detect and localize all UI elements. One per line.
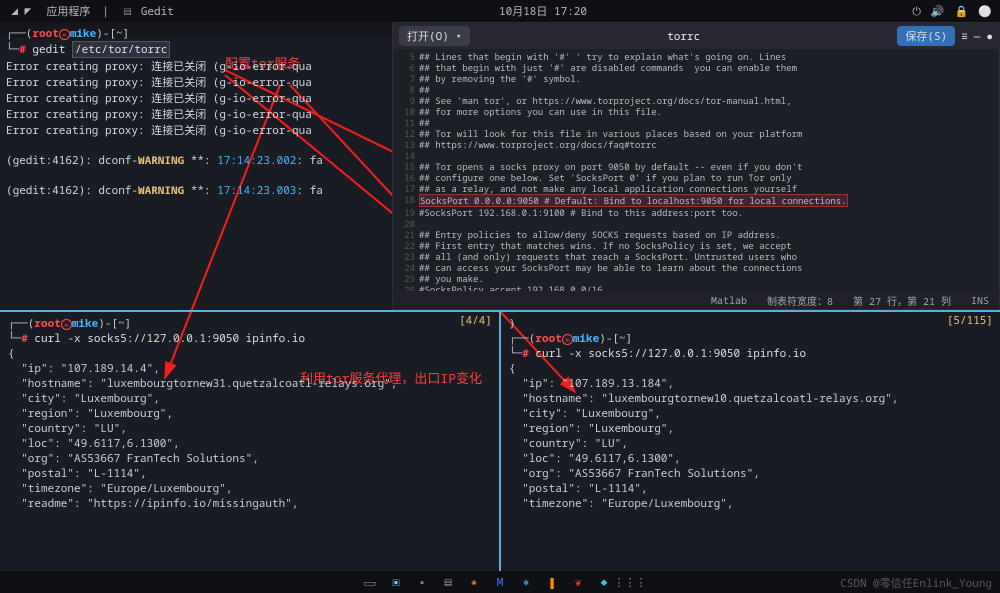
app-icon[interactable]: ▮ [543, 573, 561, 591]
editor-icon[interactable]: ▤ [439, 573, 457, 591]
terminal-bottom-right[interactable]: [5/115] } ┌──(root☠mike)-[~] └─# curl -x… [501, 312, 1000, 571]
tmux-pane-index-left: [4/4] [458, 312, 493, 329]
speaker-icon[interactable]: 🔊 [931, 4, 945, 19]
editor-body[interactable]: 5## Lines that begin with '#' ' try to e… [393, 49, 999, 291]
gedit-command: gedit [32, 42, 65, 57]
applications-menu[interactable]: 应用程序 [46, 3, 90, 19]
terminal-bottom-left[interactable]: [4/4] ┌──(root☠mike)-[~] └─# curl -x soc… [0, 312, 501, 571]
files-icon[interactable]: ▣ [387, 573, 405, 591]
terminal-top[interactable]: ┌──(root☠mike)-[~] └─# gedit /etc/tor/to… [0, 22, 390, 310]
desktop-top-bar: ◢◤ 应用程序 | ▤ Gedit 10月18日 17:20 ⏻ 🔊 🔒 ⚪ [0, 0, 1000, 22]
lock-icon[interactable]: 🔒 [955, 4, 969, 19]
watermark: CSDN @零信任Enlink_Young [840, 575, 992, 591]
firefox-icon[interactable]: ◉ [465, 573, 483, 591]
gedit-editor-window: 打开(O) ▾ torrc 保存(S) ≡ — ● 5## Lines that… [392, 22, 1000, 310]
network-icon[interactable]: ⏻ [912, 4, 921, 19]
editor-status-bar: Matlab 制表符宽度：8 第 27 行，第 21 列 INS [393, 291, 999, 309]
tmux-pane-index-right: [5/115] [946, 312, 994, 329]
burp-icon[interactable]: ⎈ [517, 573, 535, 591]
terminal-icon[interactable]: ▪ [413, 573, 431, 591]
app-name-label: ▤ Gedit [121, 4, 174, 19]
metasploit-icon[interactable]: M [491, 573, 509, 591]
close-btn[interactable]: ● [986, 29, 993, 44]
open-button[interactable]: 打开(O) ▾ [399, 26, 470, 46]
cherry-icon[interactable]: ❦ [569, 573, 587, 591]
save-button[interactable]: 保存(S) [897, 26, 955, 46]
wireshark-icon[interactable]: ◆ [595, 573, 613, 591]
power-icon[interactable]: ⚪ [978, 4, 992, 19]
hamburger-icon[interactable]: ≡ [961, 29, 968, 44]
clock: 10月18日 17:20 [174, 3, 912, 19]
kali-logo-icon: ◢◤ [8, 4, 34, 19]
editor-title: torrc [667, 29, 700, 44]
minimize-btn[interactable]: — [974, 29, 981, 44]
all-apps-icon[interactable]: ⋮⋮⋮ [621, 573, 639, 591]
proxy-error-1: Error creating proxy: 连接已关闭 (g-io-error-… [6, 58, 384, 74]
torrc-path: /etc/tor/torrc [72, 41, 170, 58]
brace: } [509, 316, 992, 331]
show-desktop-icon[interactable]: ▭ [361, 573, 379, 591]
